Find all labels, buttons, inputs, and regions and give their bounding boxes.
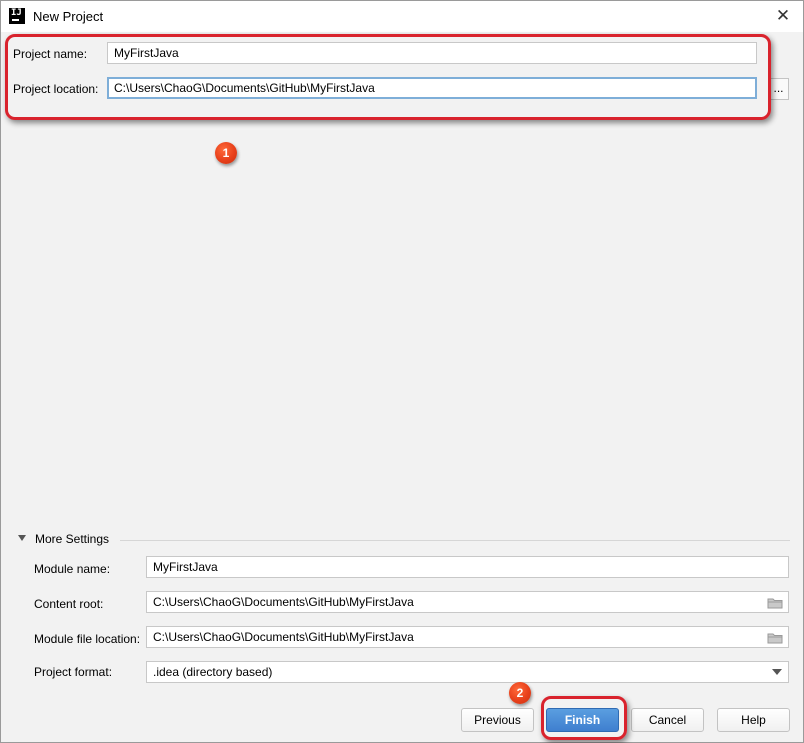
chevron-down-icon [772,669,782,675]
content-root-folder-icon[interactable] [767,597,783,609]
module-name-label: Module name: [34,562,111,576]
module-file-location-label: Module file location: [34,632,141,646]
new-project-dialog: IJ New Project ✕ Project name: MyFirstJa… [0,0,804,743]
close-icon: ✕ [775,6,791,26]
step-badge-1: 1 [215,142,237,164]
module-file-location-value: C:\Users\ChaoG\Documents\GitHub\MyFirstJ… [153,630,414,644]
title-bar[interactable]: IJ New Project ✕ [1,1,803,32]
project-format-select[interactable]: .idea (directory based) [146,661,789,683]
cancel-button[interactable]: Cancel [631,708,704,732]
content-root-label: Content root: [34,597,104,611]
collapse-triangle-icon[interactable] [17,533,27,543]
browse-location-button[interactable]: ... [768,78,789,100]
project-format-label: Project format: [34,665,113,679]
project-format-value: .idea (directory based) [153,665,273,679]
content-root-input[interactable]: C:\Users\ChaoG\Documents\GitHub\MyFirstJ… [146,591,789,613]
app-icon-text: IJ [11,8,22,18]
more-settings-title[interactable]: More Settings [35,532,109,546]
app-icon-bar [12,19,19,21]
close-button[interactable]: ✕ [771,5,795,27]
more-settings-separator [120,540,790,541]
window-title: New Project [33,9,104,24]
intellij-app-icon: IJ [9,8,25,24]
module-file-folder-icon[interactable] [767,632,783,644]
module-file-location-input[interactable]: C:\Users\ChaoG\Documents\GitHub\MyFirstJ… [146,626,789,648]
content-root-value: C:\Users\ChaoG\Documents\GitHub\MyFirstJ… [153,595,414,609]
module-name-input[interactable]: MyFirstJava [146,556,789,578]
help-button[interactable]: Help [717,708,790,732]
previous-button[interactable]: Previous [461,708,534,732]
highlight-box-finish [541,696,627,740]
step-badge-2: 2 [509,682,531,704]
highlight-box-project-fields [5,34,771,120]
